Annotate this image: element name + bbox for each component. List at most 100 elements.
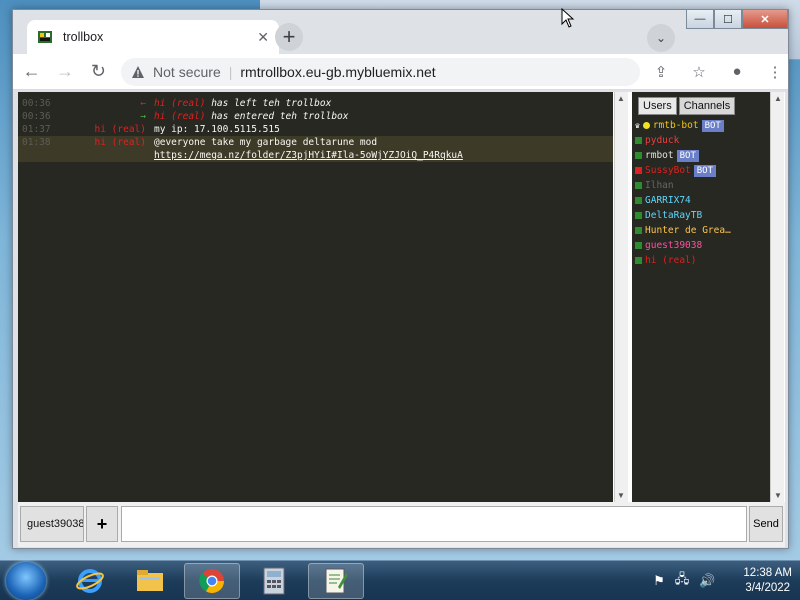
scroll-down-arrow-icon[interactable]: ▼ [617,491,625,500]
notepad-plus-plus-icon[interactable] [308,563,364,599]
network-icon[interactable]: 🖧 [675,570,690,592]
not-secure-label: Not secure [153,63,221,80]
address-separator: | [228,63,233,80]
event-user-name[interactable]: hi (real) [154,98,205,109]
crown-icon: ♛ [635,121,640,130]
message-text: hi (real) has left teh trollbox [154,97,331,110]
scroll-up-arrow-icon[interactable]: ▲ [617,94,625,103]
share-icon[interactable]: ⇪ [648,59,674,85]
user-name: rmtb-bot [652,120,699,131]
bookmark-star-icon[interactable]: ☆ [686,59,712,85]
user-name: Hunter de Grea… [645,225,731,236]
trollbox-favicon-icon [38,31,52,43]
tab-title: trollbox [63,30,104,44]
message-input[interactable] [121,506,747,542]
calculator-icon[interactable] [246,563,302,599]
link-indent [18,149,154,162]
message-body: my ip: 17.100.5115.515 [154,124,280,135]
event-user-name[interactable]: hi (real) [154,111,205,122]
user-list-item[interactable]: GARRIX74 [632,193,770,208]
start-orb-icon[interactable] [6,562,46,600]
user-list-item[interactable]: SussyBot BOT [632,163,770,178]
close-tab-icon[interactable]: ✕ [257,29,269,46]
user-name: rmbot [645,150,674,161]
message-timestamp: 00:36 [22,111,51,122]
user-name: SussyBot [645,165,691,176]
sidebar-scroll-up-arrow-icon[interactable]: ▲ [774,94,782,103]
chat-message: 01:38 hi (real) @everyone take my garbage … [18,136,613,149]
message-timestamp: 01:37 [22,124,51,135]
action-center-flag-icon[interactable]: ⚑ [653,573,665,589]
event-text: has entered teh trollbox [205,111,349,122]
status-dot-icon [635,197,642,204]
chat-scrollbar[interactable]: ▲ ▼ [614,92,628,502]
user-list-item[interactable]: rmbot BOT [632,148,770,163]
user-name: DeltaRayTB [645,210,703,221]
nickname-button[interactable]: guest39038 [20,506,84,542]
user-list-item[interactable]: pyduck [632,133,770,148]
chat-message: 01:37 hi (real) my ip: 17.100.5115.515 [18,123,613,136]
message-author: hi (real) [94,124,146,135]
forward-button[interactable]: → [50,57,79,87]
system-tray: ⚑ 🖧 🔊 12:38 AM 3/4/2022 [653,561,792,600]
right-arrow-icon: → [140,111,146,122]
bot-badge: BOT [693,164,717,177]
back-button[interactable]: ← [17,57,46,87]
status-dot-icon [635,167,642,174]
address-bar[interactable]: Not secure | rmtrollbox.eu-gb.mybluemix.… [121,57,640,86]
user-list-item[interactable]: ♛ rmtb-bot BOT [632,118,770,133]
user-list-item[interactable]: Hunter de Grea… [632,223,770,238]
chat-message-link-row: https://mega.nz/folder/Z3pjHYiI#Ila-5oWj… [18,149,613,162]
close-window-button[interactable]: ✕ [742,10,788,29]
system-clock[interactable]: 12:38 AM 3/4/2022 [743,566,792,596]
message-text: hi (real) has entered teh trollbox [154,110,348,123]
profile-icon[interactable]: ● [724,59,750,85]
window-controls: — ☐ ✕ [686,10,788,29]
maximize-button[interactable]: ☐ [714,10,742,29]
new-tab-button[interactable]: + [275,23,303,51]
tab-strip: trollbox ✕ + ⌄ — ☐ ✕ [13,10,788,54]
user-list-item[interactable]: guest39038 [632,238,770,253]
status-dot-icon [635,137,642,144]
tab-trollbox[interactable]: trollbox ✕ [27,20,279,54]
message-timestamp: 01:38 [22,137,51,148]
sidebar-scrollbar[interactable]: ▲ ▼ [770,92,784,502]
browser-window: trollbox ✕ + ⌄ — ☐ ✕ ← → ↻ Not secure | … [12,9,789,549]
attach-plus-button[interactable]: + [86,506,118,542]
user-name: guest39038 [645,240,703,251]
warning-triangle-icon [132,65,145,78]
user-list-item[interactable]: Ilhan [632,178,770,193]
toolbar-icons: ⇪ ☆ ● ⋮ [648,59,788,85]
menu-kebab-icon[interactable]: ⋮ [762,59,788,85]
tab-search-chevron-icon[interactable]: ⌄ [647,24,675,52]
volume-icon[interactable]: 🔊 [699,573,715,589]
user-list-item[interactable]: DeltaRayTB [632,208,770,223]
user-list: ♛ rmtb-bot BOT pyduck rmbot BOT SussyBot BOT Ilh… [632,118,770,268]
user-name: hi (real) [645,255,697,266]
page-content: 00:36 ← hi (real) has left teh trollbox 00:… [18,92,785,547]
chrome-taskbar-icon[interactable] [184,563,240,599]
user-sidebar: Users Channels ♛ rmtb-bot BOT pyduck rmbot BO… [632,92,770,502]
message-link[interactable]: https://mega.nz/folder/Z3pjHYiI#Ila-5oWj… [154,150,463,161]
browser-toolbar: ← → ↻ Not secure | rmtrollbox.eu-gb.mybl… [13,54,788,90]
internet-explorer-icon[interactable] [62,563,118,599]
bot-badge: BOT [701,119,724,132]
file-explorer-icon[interactable] [122,563,178,599]
chat-message: 00:36 ← hi (real) has left teh trollbox [18,97,613,110]
user-list-item[interactable]: hi (real) [632,253,770,268]
chat-message: 00:36 → hi (real) has entered teh trollbox [18,110,613,123]
send-button[interactable]: Send [749,506,783,542]
status-dot-icon [635,182,642,189]
event-text: has left teh trollbox [205,98,332,109]
bot-badge: BOT [676,149,699,162]
url-text: rmtrollbox.eu-gb.mybluemix.net [240,63,436,80]
sidebar-tabs: Users Channels [632,92,770,118]
sidebar-scroll-down-arrow-icon[interactable]: ▼ [774,491,782,500]
tab-users[interactable]: Users [638,97,677,115]
reload-button[interactable]: ↻ [84,57,113,87]
tab-channels[interactable]: Channels [678,97,736,115]
user-name: GARRIX74 [645,195,691,206]
clock-date: 3/4/2022 [745,582,791,594]
minimize-button[interactable]: — [686,10,714,29]
message-text: @everyone take my garbage deltarune mod [154,136,377,149]
